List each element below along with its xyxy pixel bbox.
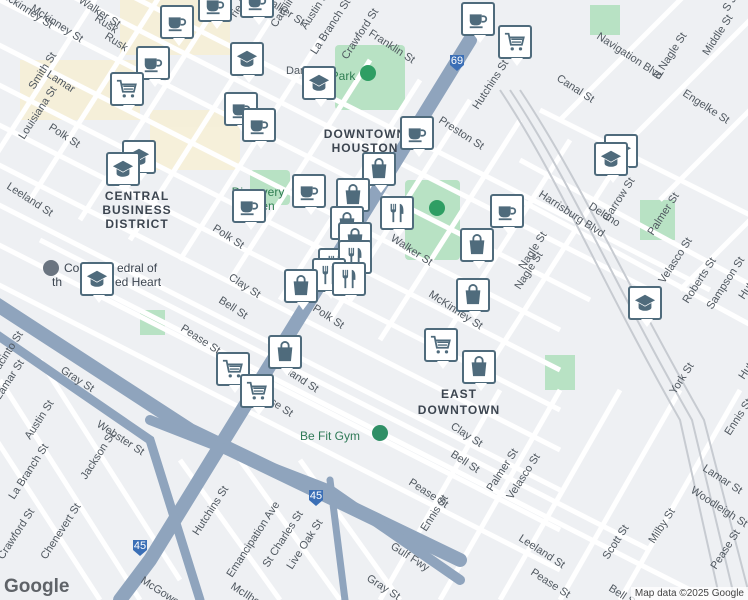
cafe-marker[interactable] xyxy=(232,189,266,230)
shopping-marker[interactable] xyxy=(460,228,494,269)
svg-text:Be Fit Gym: Be Fit Gym xyxy=(300,429,360,443)
svg-text:45: 45 xyxy=(310,490,322,502)
cafe-marker[interactable] xyxy=(400,116,434,157)
cafe-marker[interactable] xyxy=(160,5,194,46)
education-marker[interactable] xyxy=(628,286,662,327)
cafe-marker[interactable] xyxy=(292,174,326,215)
svg-text:Co: Co xyxy=(64,261,80,275)
shopping-marker[interactable] xyxy=(456,278,490,319)
grocery-marker[interactable] xyxy=(498,25,532,66)
shopping-marker[interactable] xyxy=(268,335,302,376)
svg-text:DOWNTOWN: DOWNTOWN xyxy=(324,127,406,141)
cafe-marker[interactable] xyxy=(242,108,276,149)
svg-text:EAST: EAST xyxy=(441,387,477,401)
cafe-marker[interactable] xyxy=(461,2,495,43)
grocery-marker[interactable] xyxy=(424,328,458,369)
education-marker[interactable] xyxy=(80,262,114,303)
cafe-marker[interactable] xyxy=(198,0,232,29)
restaurant-marker[interactable] xyxy=(380,196,414,237)
education-marker[interactable] xyxy=(106,152,140,193)
grocery-marker[interactable] xyxy=(240,374,274,415)
education-marker[interactable] xyxy=(302,66,336,107)
svg-text:th: th xyxy=(52,275,62,289)
education-marker[interactable] xyxy=(594,142,628,183)
svg-text:69: 69 xyxy=(451,55,463,67)
map-data-credit[interactable]: Map data ©2025 Google xyxy=(630,587,748,600)
svg-text:edral of: edral of xyxy=(117,261,158,275)
google-logo: Google xyxy=(4,576,70,597)
svg-text:ed Heart: ed Heart xyxy=(115,275,162,289)
svg-text:DISTRICT: DISTRICT xyxy=(105,217,168,231)
svg-text:BUSINESS: BUSINESS xyxy=(102,203,171,217)
svg-text:45: 45 xyxy=(134,540,146,552)
shopping-marker[interactable] xyxy=(462,350,496,391)
education-marker[interactable] xyxy=(230,42,264,83)
cafe-marker[interactable] xyxy=(240,0,274,25)
svg-text:DOWNTOWN: DOWNTOWN xyxy=(418,403,500,417)
restaurant-marker[interactable] xyxy=(332,262,366,303)
cafe-marker[interactable] xyxy=(490,194,524,235)
shopping-marker[interactable] xyxy=(284,269,318,310)
svg-text:CENTRAL: CENTRAL xyxy=(105,189,169,203)
grocery-marker[interactable] xyxy=(110,72,144,113)
